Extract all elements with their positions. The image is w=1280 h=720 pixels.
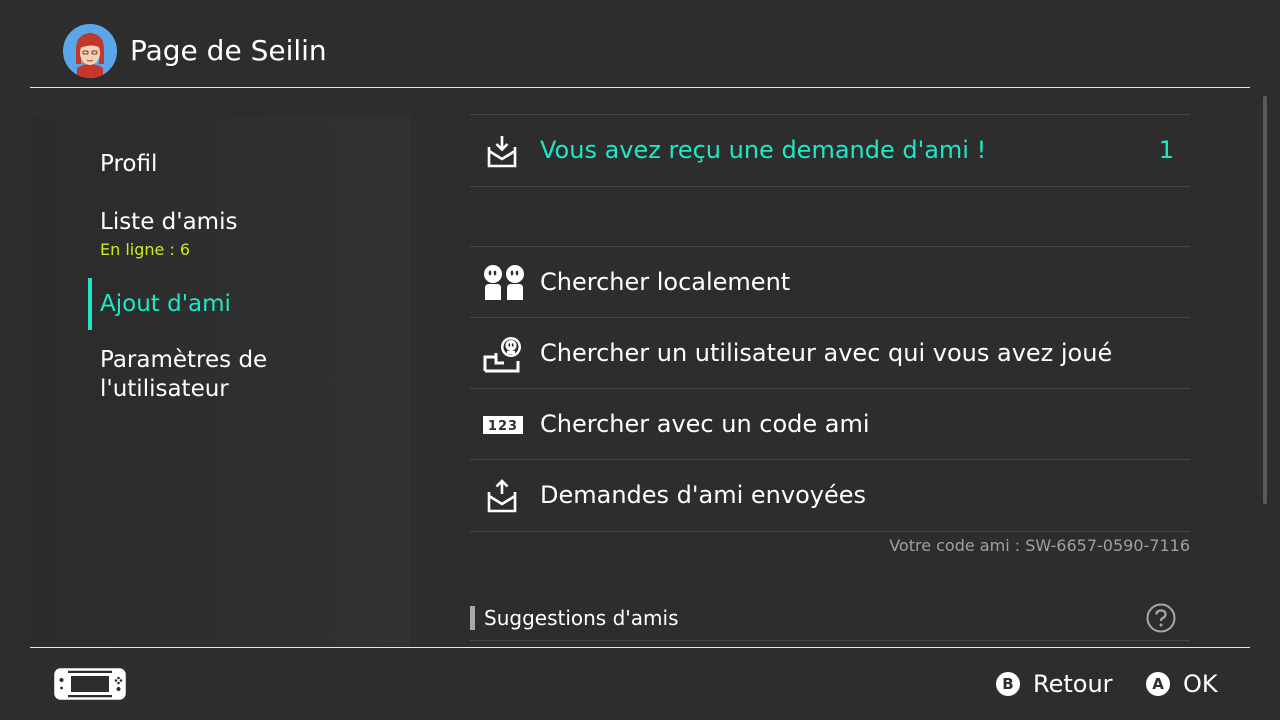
footer-divider xyxy=(30,647,1250,648)
section-divider xyxy=(470,640,1190,641)
main-panel: Vous avez reçu une demande d'ami ! 1 Che… xyxy=(470,114,1190,644)
sidebar-item-label-line2: l'utilisateur xyxy=(100,376,229,402)
local-users-icon xyxy=(482,264,524,302)
search-local-label: Chercher localement xyxy=(540,268,791,296)
search-local-row[interactable]: Chercher localement xyxy=(470,246,1190,318)
search-played-with-label: Chercher un utilisateur avec qui vous av… xyxy=(540,339,1113,367)
scrollbar[interactable] xyxy=(1263,96,1267,504)
sidebar-item-profil[interactable]: Profil xyxy=(100,150,157,179)
online-count: En ligne : 6 xyxy=(100,240,191,259)
search-friend-code-row[interactable]: 123 Chercher avec un code ami xyxy=(470,388,1190,460)
suggestions-title: Suggestions d'amis xyxy=(484,606,679,630)
sidebar-item-friend-list[interactable]: Liste d'amis xyxy=(100,208,237,237)
friend-code-text: Votre code ami : SW-6657-0590-7116 xyxy=(889,536,1190,555)
inbox-download-icon xyxy=(482,132,522,170)
back-label: Retour xyxy=(1033,670,1113,698)
page-title: Page de Seilin xyxy=(130,34,327,67)
back-button[interactable]: B Retour xyxy=(996,668,1113,700)
sidebar: Profil Liste d'amis En ligne : 6 Ajout d… xyxy=(30,116,410,646)
ok-label: OK xyxy=(1183,670,1218,698)
outbox-upload-icon xyxy=(482,477,522,515)
ok-button[interactable]: A OK xyxy=(1146,668,1218,700)
friend-request-row[interactable]: Vous avez reçu une demande d'ami ! 1 xyxy=(470,114,1190,187)
friend-request-count: 1 xyxy=(1158,136,1174,164)
friend-code-icon: 123 xyxy=(482,406,523,444)
search-played-with-row[interactable]: Chercher un utilisateur avec qui vous av… xyxy=(470,317,1190,389)
svg-text:123: 123 xyxy=(488,419,518,434)
a-button-icon: A xyxy=(1146,672,1170,696)
friend-request-label: Vous avez reçu une demande d'ami ! xyxy=(540,136,987,164)
sidebar-item-user-settings[interactable]: Paramètres de l'utilisateur xyxy=(100,346,267,404)
section-marker xyxy=(470,606,475,630)
mii-avatar-icon xyxy=(63,24,117,78)
sidebar-item-label-line1: Paramètres de xyxy=(100,347,268,373)
search-friend-code-label: Chercher avec un code ami xyxy=(540,410,870,438)
screen: Page de Seilin Profil Liste d'amis En li… xyxy=(0,0,1280,720)
sent-requests-label: Demandes d'ami envoyées xyxy=(540,481,866,509)
b-button-icon: B xyxy=(996,672,1020,696)
console-handheld-icon xyxy=(54,668,126,700)
sent-requests-row[interactable]: Demandes d'ami envoyées xyxy=(470,459,1190,532)
avatar[interactable] xyxy=(63,24,117,78)
header-divider xyxy=(30,87,1250,88)
header: Page de Seilin xyxy=(0,0,1280,88)
sidebar-item-add-friend[interactable]: Ajout d'ami xyxy=(100,290,231,319)
played-with-user-icon xyxy=(482,335,522,373)
active-indicator xyxy=(88,278,92,330)
help-icon[interactable] xyxy=(1146,603,1176,633)
